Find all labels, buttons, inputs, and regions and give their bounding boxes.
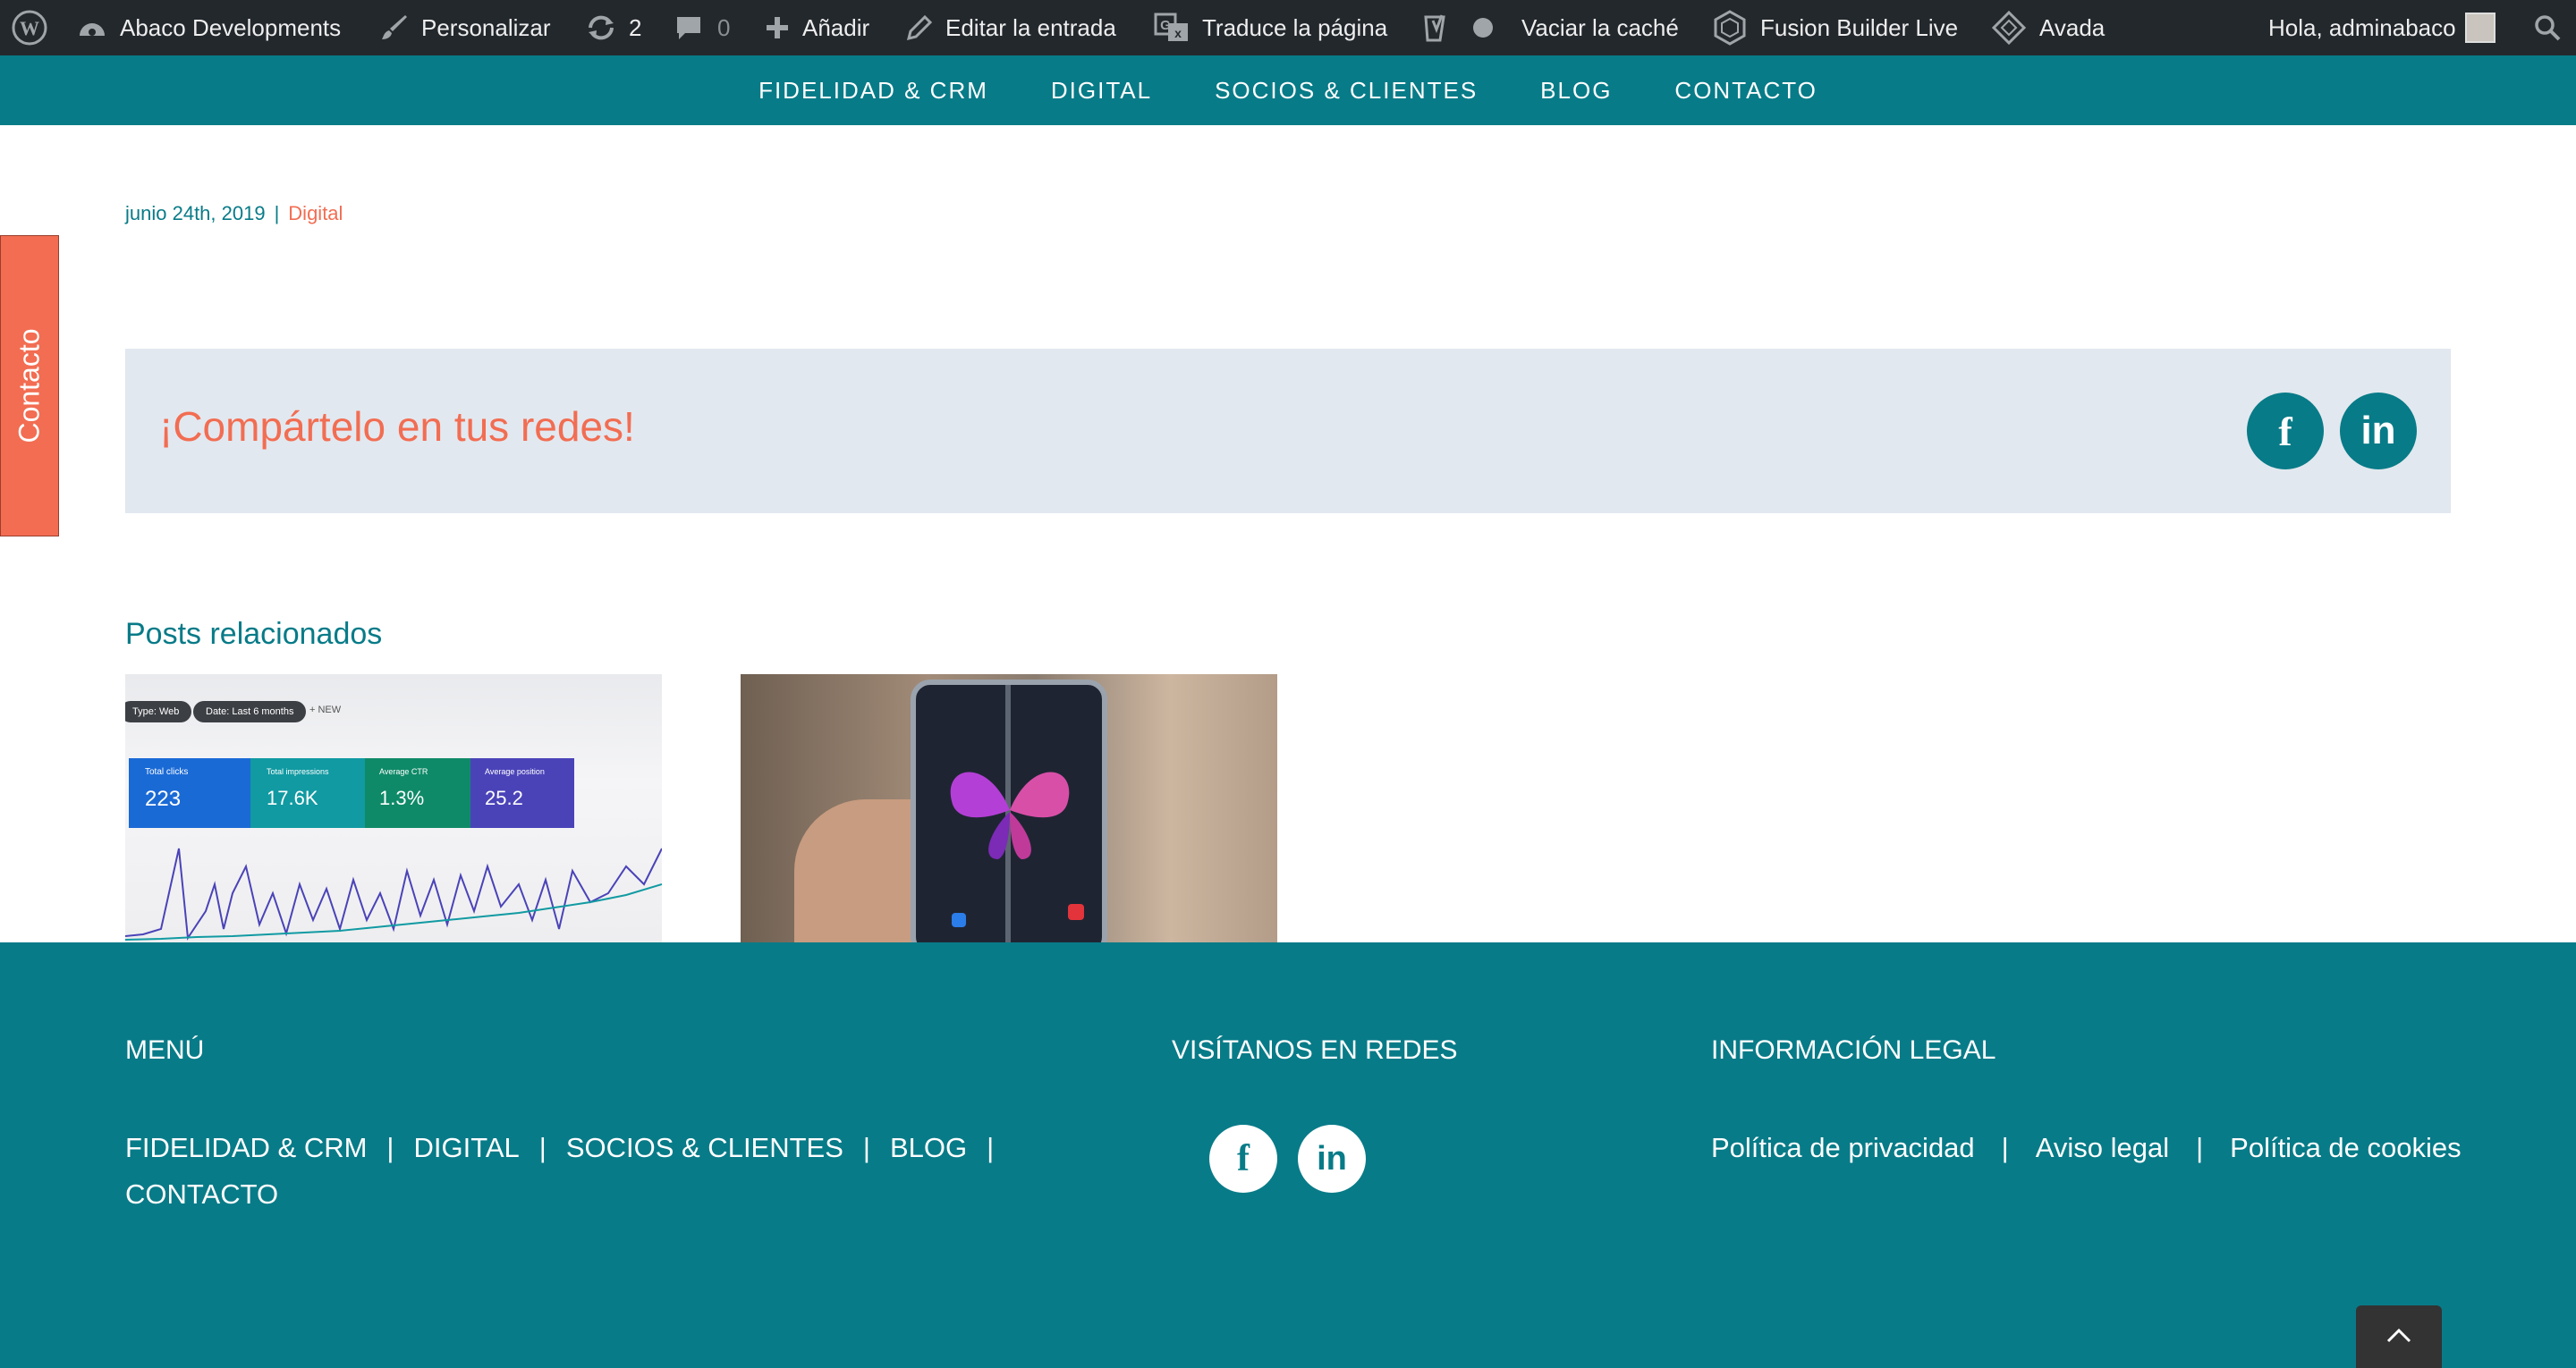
- footer-link-cookies[interactable]: Política de cookies: [2230, 1132, 2461, 1164]
- avada-link[interactable]: Avada: [1991, 0, 2105, 55]
- dashboard-icon: [77, 14, 107, 41]
- footer-facebook-button[interactable]: f: [1209, 1125, 1277, 1193]
- fusion-icon: [1712, 10, 1748, 46]
- footer-link-blog[interactable]: BLOG: [890, 1132, 967, 1164]
- admin-bar: W Abaco Developments Personalizar 2 0 Añ…: [0, 0, 2576, 55]
- footer-separator: |: [538, 1132, 547, 1163]
- app-icon: [952, 913, 966, 927]
- footer-menu-links-row2: CONTACTO: [125, 1178, 278, 1211]
- search-icon[interactable]: [2533, 0, 2562, 55]
- metric-card: Average CTR 1.3%: [365, 758, 470, 828]
- butterfly-wallpaper-image: [950, 772, 1070, 859]
- nav-item-socios-clientes[interactable]: SOCIOS & CLIENTES: [1215, 77, 1478, 105]
- foldable-phone: [911, 680, 1107, 942]
- footer-menu-heading: MENÚ: [125, 1035, 205, 1065]
- metric-card: Total impressions 17.6K: [250, 758, 365, 828]
- edit-post-link[interactable]: Editar la entrada: [906, 0, 1116, 55]
- post-meta: junio 24th, 2019 | Digital: [125, 202, 343, 225]
- avada-icon: [1991, 10, 2027, 46]
- app-icon: [1068, 904, 1084, 920]
- related-post-thumbnail-analytics[interactable]: Type: Web Date: Last 6 months + NEW Tota…: [125, 674, 662, 942]
- share-title: ¡Compártelo en tus redes!: [159, 403, 635, 450]
- customize-link[interactable]: Personalizar: [380, 0, 551, 55]
- brush-icon: [380, 13, 409, 42]
- footer-separator: |: [862, 1132, 870, 1163]
- facebook-icon: f: [1237, 1138, 1250, 1179]
- footer-separator: |: [386, 1132, 394, 1163]
- translate-icon: Gx: [1154, 13, 1190, 43]
- footer-separator: |: [2001, 1132, 2009, 1163]
- filter-chip: Type: Web: [125, 701, 192, 722]
- clear-cache-link[interactable]: Vaciar la caché: [1521, 0, 1679, 55]
- pencil-icon: [906, 14, 933, 41]
- add-new-link[interactable]: Añadir: [765, 0, 869, 55]
- footer-link-legal-notice[interactable]: Aviso legal: [2036, 1132, 2169, 1164]
- site-name-link[interactable]: Abaco Developments: [77, 0, 341, 55]
- footer-menu-links: FIDELIDAD & CRM | DIGITAL | SOCIOS & CLIEN…: [125, 1132, 1013, 1164]
- related-post-thumbnail-phone[interactable]: [741, 674, 1277, 942]
- updates-link[interactable]: 2: [586, 0, 641, 55]
- linkedin-icon: in: [2360, 409, 2396, 452]
- footer-link-contacto[interactable]: CONTACTO: [125, 1178, 278, 1211]
- footer-separator: |: [2196, 1132, 2204, 1163]
- facebook-icon: f: [2278, 408, 2292, 454]
- site-footer: MENÚ FIDELIDAD & CRM | DIGITAL | SOCIOS & …: [0, 942, 2576, 1368]
- avatar: [2464, 13, 2496, 43]
- filter-chip: Date: Last 6 months: [193, 701, 307, 722]
- metric-card: Total clicks 223: [129, 758, 250, 828]
- wordpress-logo-icon[interactable]: W: [11, 0, 48, 55]
- linkedin-icon: in: [1317, 1139, 1347, 1178]
- account-link[interactable]: Hola, adminabaco: [2268, 0, 2496, 55]
- refresh-icon: [586, 14, 616, 41]
- translate-link[interactable]: Gx Traduce la página: [1154, 0, 1387, 55]
- status-dot-icon: [1472, 17, 1494, 38]
- svg-text:x: x: [1174, 26, 1182, 40]
- svg-text:W: W: [20, 17, 39, 39]
- footer-link-privacy[interactable]: Política de privacidad: [1711, 1132, 1975, 1164]
- post-date: junio 24th, 2019: [125, 202, 266, 224]
- contact-side-tab[interactable]: Contacto: [0, 235, 59, 536]
- nav-item-blog[interactable]: BLOG: [1540, 77, 1612, 105]
- new-label: + NEW: [309, 705, 342, 715]
- yoast-link[interactable]: [1422, 0, 1494, 55]
- metric-card: Average position 25.2: [470, 758, 574, 828]
- footer-link-socios-clientes[interactable]: SOCIOS & CLIENTES: [566, 1132, 843, 1164]
- footer-separator: |: [987, 1132, 995, 1163]
- plus-icon: [765, 15, 790, 40]
- footer-legal-links: Política de privacidad | Aviso legal | Pol…: [1711, 1132, 2462, 1164]
- facebook-share-button[interactable]: f: [2247, 393, 2324, 469]
- comments-link[interactable]: 0: [674, 0, 730, 55]
- nav-item-digital[interactable]: DIGITAL: [1051, 77, 1152, 105]
- share-box: ¡Compártelo en tus redes! f in: [125, 349, 2451, 513]
- main-navigation: FIDELIDAD & CRM DIGITAL SOCIOS & CLIENTE…: [0, 55, 2576, 125]
- footer-legal-heading: INFORMACIÓN LEGAL: [1711, 1035, 1996, 1065]
- back-to-top-button[interactable]: [2356, 1305, 2442, 1368]
- analytics-line-graph: [125, 848, 662, 941]
- post-category-link[interactable]: Digital: [288, 202, 343, 224]
- nav-item-contacto[interactable]: CONTACTO: [1674, 77, 1817, 105]
- contact-side-tab-label: Contacto: [13, 328, 46, 443]
- related-posts-title: Posts relacionados: [125, 617, 383, 651]
- footer-linkedin-button[interactable]: in: [1298, 1125, 1366, 1193]
- footer-link-digital[interactable]: DIGITAL: [413, 1132, 519, 1164]
- linkedin-share-button[interactable]: in: [2340, 393, 2417, 469]
- yoast-icon: [1422, 12, 1454, 44]
- meta-separator: |: [274, 202, 280, 224]
- chevron-up-icon: [2385, 1326, 2412, 1348]
- comment-icon: [674, 14, 703, 41]
- footer-link-fidelidad-crm[interactable]: FIDELIDAD & CRM: [125, 1132, 367, 1164]
- fusion-builder-link[interactable]: Fusion Builder Live: [1712, 0, 1958, 55]
- nav-item-fidelidad-crm[interactable]: FIDELIDAD & CRM: [758, 77, 988, 105]
- footer-social-heading: VISÍTANOS EN REDES: [1172, 1035, 1458, 1065]
